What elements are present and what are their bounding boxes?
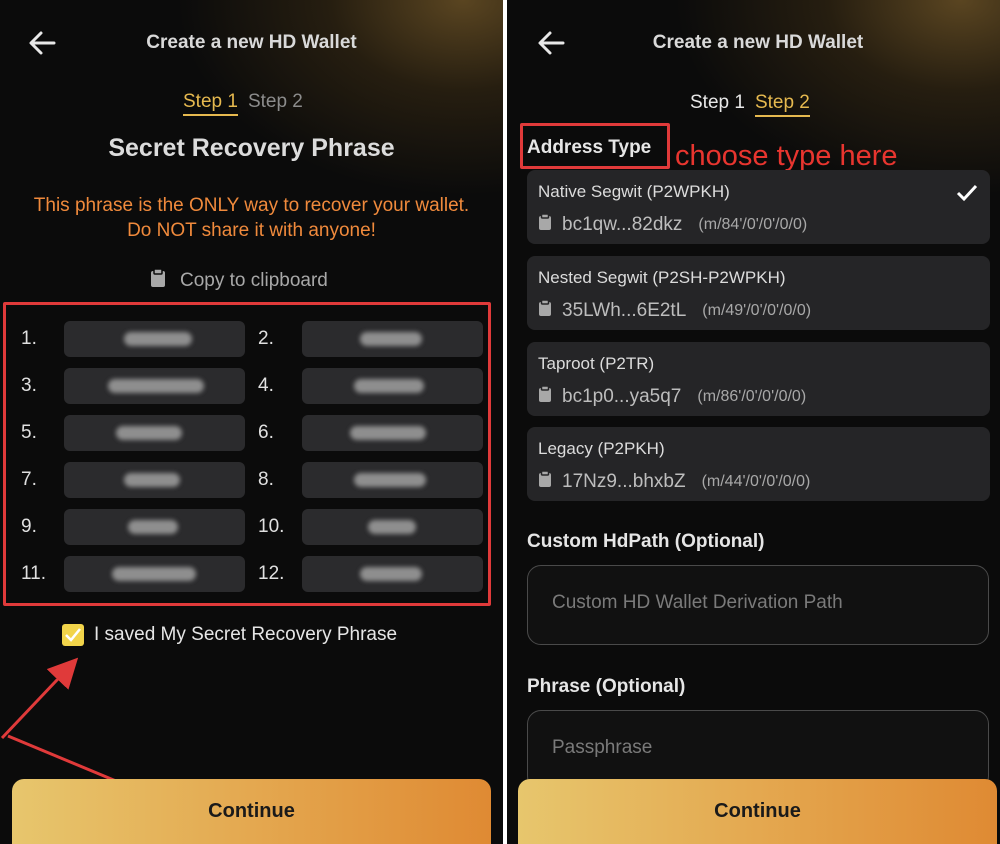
step-indicator: Step 1 Step 2 <box>183 91 313 116</box>
address-type-name: Taproot (P2TR) <box>538 354 655 373</box>
right-screen: Create a new HD Wallet Step 1 Step 2 Addr… <box>507 0 1000 844</box>
word-number: 3. <box>21 375 37 396</box>
passphrase-field[interactable] <box>527 710 989 790</box>
clipboard-icon[interactable] <box>538 213 552 236</box>
word-number: 12. <box>258 563 285 584</box>
custom-hdpath-label: Custom HdPath (Optional) <box>527 531 765 552</box>
left-screen: Create a new HD Wallet Step 1 Step 2 Secr… <box>0 0 503 844</box>
address-line: bc1qw...82dkz (m/84'/0'/0'/0/0) <box>538 213 807 236</box>
word-row: 5. 6. <box>6 415 488 451</box>
word-number: 6. <box>258 422 274 443</box>
address-value: 35LWh...6E2tL <box>562 299 687 321</box>
derivation-path: (m/49'/0'/0'/0/0) <box>702 301 812 319</box>
address-type-name: Native Segwit (P2WPKH) <box>538 182 730 201</box>
word-row: 7. 8. <box>6 462 488 498</box>
copy-label: Copy to clipboard <box>180 270 328 291</box>
address-type-option[interactable]: Nested Segwit (P2SH-P2WPKH) 35LWh...6E2t… <box>527 256 990 330</box>
word-number: 8. <box>258 469 274 490</box>
address-line: 35LWh...6E2tL (m/49'/0'/0'/0/0) <box>538 299 811 322</box>
word-cell <box>64 556 245 592</box>
word-number: 10. <box>258 516 285 537</box>
clipboard-icon[interactable] <box>538 385 552 408</box>
derivation-path: (m/84'/0'/0'/0/0) <box>698 215 808 233</box>
word-cell <box>64 368 245 404</box>
word-cell <box>302 462 483 498</box>
word-cell <box>64 321 245 357</box>
clipboard-icon <box>150 268 166 294</box>
saved-phrase-checkbox-row[interactable]: I saved My Secret Recovery Phrase <box>62 624 397 646</box>
word-cell <box>302 509 483 545</box>
recovery-phrase-grid: 1. 2. 3. 4. 5. 6. 7. 8. 9. 10. 11. 12. <box>3 302 491 606</box>
tab-step-1[interactable]: Step 1 <box>690 92 745 114</box>
tab-step-1[interactable]: Step 1 <box>183 91 238 116</box>
warning-text: This phrase is the ONLY way to recover y… <box>33 195 470 241</box>
saved-phrase-label: I saved My Secret Recovery Phrase <box>94 624 398 645</box>
address-type-name: Nested Segwit (P2SH-P2WPKH) <box>538 268 786 287</box>
word-cell <box>64 509 245 545</box>
tab-step-2[interactable]: Step 2 <box>754 92 810 117</box>
clipboard-icon[interactable] <box>538 299 552 322</box>
word-row: 1. 2. <box>6 321 488 357</box>
passphrase-input[interactable] <box>552 737 962 759</box>
address-type-option[interactable]: Native Segwit (P2WPKH) bc1qw...82dkz (m/… <box>527 170 990 244</box>
word-number: 4. <box>258 375 274 396</box>
address-line: 17Nz9...bhxbZ (m/44'/0'/0'/0/0) <box>538 470 810 493</box>
address-value: bc1qw...82dkz <box>562 213 683 235</box>
copy-to-clipboard-button[interactable]: Copy to clipboard <box>150 268 328 294</box>
address-value: 17Nz9...bhxbZ <box>562 470 686 492</box>
word-number: 1. <box>21 328 37 349</box>
word-cell <box>302 368 483 404</box>
address-line: bc1p0...ya5q7 (m/86'/0'/0'/0/0) <box>538 385 806 408</box>
derivation-path: (m/86'/0'/0'/0/0) <box>697 387 807 405</box>
word-cell <box>64 415 245 451</box>
continue-button[interactable]: Continue <box>12 779 491 844</box>
section-title: Secret Recovery Phrase <box>108 134 395 162</box>
word-number: 9. <box>21 516 37 537</box>
word-row: 9. 10. <box>6 509 488 545</box>
clipboard-icon[interactable] <box>538 470 552 493</box>
word-cell <box>64 462 245 498</box>
word-cell <box>302 556 483 592</box>
word-cell <box>302 321 483 357</box>
checkmark-icon <box>65 628 81 642</box>
address-type-name: Legacy (P2PKH) <box>538 439 665 458</box>
custom-hdpath-input[interactable] <box>552 592 962 614</box>
word-row: 11. 12. <box>6 556 488 592</box>
custom-hdpath-field[interactable] <box>527 565 989 645</box>
word-number: 2. <box>258 328 274 349</box>
word-number: 7. <box>21 469 37 490</box>
saved-phrase-checkbox[interactable] <box>62 624 84 646</box>
checkmark-icon <box>956 184 978 207</box>
tab-step-2[interactable]: Step 2 <box>248 91 303 113</box>
address-type-option[interactable]: Legacy (P2PKH) 17Nz9...bhxbZ (m/44'/0'/0… <box>527 427 990 501</box>
page-title: Create a new HD Wallet <box>146 32 357 53</box>
word-number: 11. <box>21 563 47 584</box>
continue-button[interactable]: Continue <box>518 779 997 844</box>
word-number: 5. <box>21 422 37 443</box>
address-type-option[interactable]: Taproot (P2TR) bc1p0...ya5q7 (m/86'/0'/0… <box>527 342 990 416</box>
annotation-note: choose type here <box>675 140 898 172</box>
page-title: Create a new HD Wallet <box>652 32 864 53</box>
phrase-label: Phrase (Optional) <box>527 676 686 697</box>
address-value: bc1p0...ya5q7 <box>562 385 682 407</box>
address-type-label: Address Type <box>527 137 652 158</box>
word-row: 3. 4. <box>6 368 488 404</box>
derivation-path: (m/44'/0'/0'/0/0) <box>701 472 811 490</box>
word-cell <box>302 415 483 451</box>
step-indicator: Step 1 Step 2 <box>690 92 820 117</box>
